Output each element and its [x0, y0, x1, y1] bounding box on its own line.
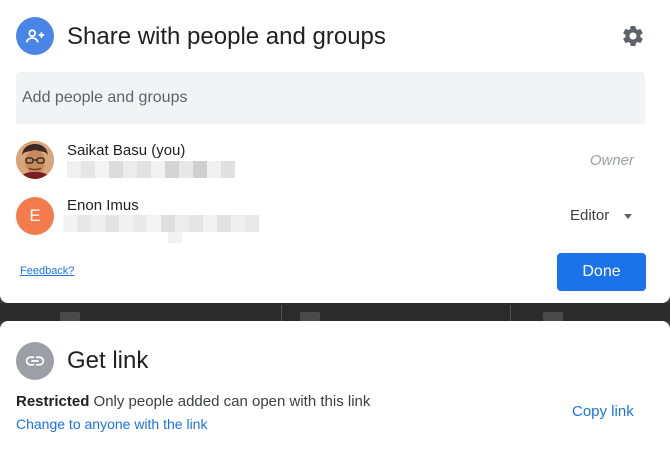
- get-link-card: Get link Restricted Only people added ca…: [0, 321, 670, 449]
- restricted-description: Only people added can open with this lin…: [93, 393, 371, 410]
- copy-link-button[interactable]: Copy link: [572, 403, 634, 420]
- link-icon: [16, 342, 54, 380]
- share-dialog: Share with people and groups Saikat Basu…: [0, 0, 670, 303]
- gear-icon[interactable]: [620, 23, 646, 49]
- divider: [281, 305, 282, 321]
- folder-icon: [60, 312, 80, 321]
- email-redacted: [67, 161, 235, 178]
- person-row: Saikat Basu (you) Owner: [0, 140, 670, 190]
- get-link-title: Get link: [67, 347, 149, 374]
- add-people-input[interactable]: [16, 72, 645, 124]
- link-access-status: Restricted Only people added can open wi…: [16, 393, 370, 410]
- avatar-initial: E: [29, 206, 41, 225]
- person-name: Enon Imus: [67, 197, 139, 214]
- folder-icon: [543, 312, 563, 321]
- folder-icon: [300, 312, 320, 321]
- avatar: [16, 141, 54, 179]
- background-file-list: [0, 303, 670, 321]
- email-redacted: [63, 215, 259, 232]
- avatar: E: [16, 197, 54, 235]
- feedback-link[interactable]: Feedback?: [20, 265, 74, 277]
- person-name: Saikat Basu (you): [67, 142, 186, 159]
- email-redacted-tail: [168, 232, 182, 243]
- restricted-label: Restricted: [16, 393, 90, 410]
- change-access-link[interactable]: Change to anyone with the link: [16, 416, 207, 432]
- caret-down-icon[interactable]: [624, 214, 632, 219]
- person-add-icon: [16, 17, 54, 55]
- role-owner: Owner: [589, 152, 634, 169]
- person-row: E Enon Imus Editor: [0, 196, 670, 246]
- share-title: Share with people and groups: [67, 23, 386, 50]
- done-button[interactable]: Done: [557, 253, 646, 291]
- divider: [510, 305, 511, 321]
- role-dropdown[interactable]: Editor: [570, 207, 609, 224]
